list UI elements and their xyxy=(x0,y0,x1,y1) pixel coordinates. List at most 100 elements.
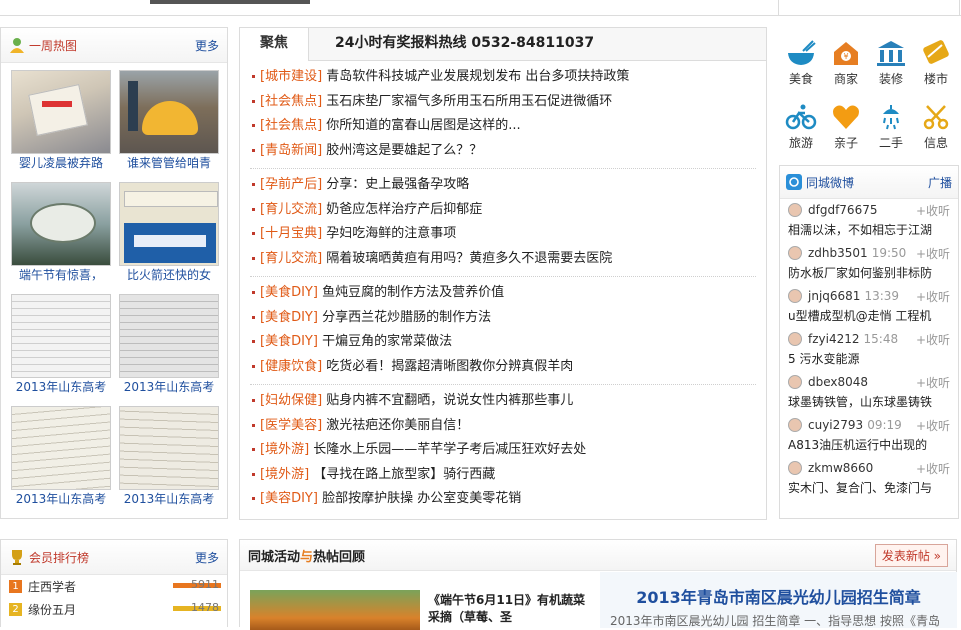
news-row[interactable]: [孕前产后] 分享：史上最强备孕攻略 xyxy=(250,173,756,198)
news-row[interactable]: [社会焦点] 玉石床垫厂家福气多所用玉石所用玉石促进微循环 xyxy=(250,90,756,115)
follow-button[interactable]: +收听 xyxy=(916,331,950,348)
weibo-text[interactable]: 5 污水变能源 xyxy=(788,350,950,368)
hot-item[interactable]: 端午节有惊喜， xyxy=(11,182,111,294)
news-category[interactable]: [城市建设] xyxy=(260,69,322,84)
news-title[interactable]: 吃货必看！揭露超清晰图教你分辨真假羊肉 xyxy=(326,359,573,374)
news-category[interactable]: [美食DIY] xyxy=(260,310,318,325)
news-category[interactable]: [青岛新闻] xyxy=(260,143,322,158)
hot-thumb-rocket[interactable] xyxy=(119,182,219,266)
news-row[interactable]: [育儿交流] 隔着玻璃晒黄疸有用吗？黄疸多久不退需要去医院 xyxy=(250,247,756,272)
weibo-text[interactable]: 球墨铸铁管，山东球墨铸铁 xyxy=(788,393,950,411)
news-title[interactable]: 胶州湾这是要雄起了么？？ xyxy=(326,143,482,158)
avatar[interactable] xyxy=(788,418,802,432)
weibo-user[interactable]: dbex8048 xyxy=(808,375,868,389)
hot-item[interactable]: 婴儿凌晨被弃路 xyxy=(11,70,111,182)
category-shop[interactable]: ¥ 商家 xyxy=(824,39,868,87)
rank-row[interactable]: 1 庄西学者 5911 xyxy=(1,575,227,598)
news-category[interactable]: [妇幼保健] xyxy=(260,393,322,408)
news-row[interactable]: [健康饮食] 吃货必看！揭露超清晰图教你分辨真假羊肉 xyxy=(250,355,756,380)
news-row[interactable]: [育儿交流] 奶爸应怎样治疗产后抑郁症 xyxy=(250,198,756,223)
follow-button[interactable]: +收听 xyxy=(916,374,950,391)
avatar[interactable] xyxy=(788,246,802,260)
avatar[interactable] xyxy=(788,289,802,303)
hot-thumb-duanwu[interactable] xyxy=(11,182,111,266)
weibo-user[interactable]: fzyi4212 xyxy=(808,332,860,346)
news-title[interactable]: 玉石床垫厂家福气多所用玉石所用玉石促进微循环 xyxy=(326,94,612,109)
news-title[interactable]: 奶爸应怎样治疗产后抑郁症 xyxy=(326,202,482,217)
weibo-user[interactable]: dfgdf76675 xyxy=(808,203,877,217)
avatar[interactable] xyxy=(788,375,802,389)
hot-item[interactable]: 谁来管管给咱青 xyxy=(119,70,219,182)
hot-item[interactable]: 2013年山东高考 xyxy=(11,294,111,406)
rank-user[interactable]: 缘份五月 xyxy=(28,601,76,618)
follow-button[interactable]: +收听 xyxy=(916,417,950,434)
hot-thumb-exam[interactable] xyxy=(11,294,111,378)
news-row[interactable]: [境外游] 长隆水上乐园——芊芊学子考后减压狂欢好去处 xyxy=(250,438,756,463)
follow-button[interactable]: +收听 xyxy=(916,288,950,305)
category-realestate[interactable]: 楼市 xyxy=(914,39,958,87)
weibo-text[interactable]: A813油压机运行中出现的 xyxy=(788,436,950,454)
news-row[interactable]: [社会焦点] 你所知道的富春山居图是这样的... xyxy=(250,114,756,139)
news-title[interactable]: 脸部按摩护肤操 办公室变美零花销 xyxy=(322,491,521,506)
news-category[interactable]: [美容DIY] xyxy=(260,491,318,506)
news-title[interactable]: 分享西兰花炒腊肠的制作方法 xyxy=(322,310,491,325)
news-category[interactable]: [育儿交流] xyxy=(260,202,322,217)
hot-thumb-exam[interactable] xyxy=(119,294,219,378)
hot-thumb-mango[interactable] xyxy=(119,70,219,154)
news-title[interactable]: 长隆水上乐园——芊芊学子考后减压狂欢好去处 xyxy=(313,442,586,457)
hot-item[interactable]: 2013年山东高考 xyxy=(11,406,111,518)
news-title[interactable]: 孕妇吃海鲜的注意事项 xyxy=(326,226,456,241)
weibo-user[interactable]: zdhb3501 xyxy=(808,246,868,260)
news-title[interactable]: 青岛软件科技城产业发展规划发布 出台多项扶持政策 xyxy=(326,69,629,84)
avatar[interactable] xyxy=(788,203,802,217)
news-title[interactable]: 分享：史上最强备孕攻略 xyxy=(326,177,469,192)
follow-button[interactable]: +收听 xyxy=(916,460,950,477)
news-title[interactable]: 隔着玻璃晒黄疸有用吗？黄疸多久不退需要去医院 xyxy=(326,251,612,266)
rank-row[interactable]: 2 缘份五月 1478 xyxy=(1,598,227,621)
news-row[interactable]: [十月宝典] 孕妇吃海鲜的注意事项 xyxy=(250,222,756,247)
news-category[interactable]: [社会焦点] xyxy=(260,94,322,109)
news-row[interactable]: [美容DIY] 脸部按摩护肤操 办公室变美零花销 xyxy=(250,487,756,512)
rank-more-link[interactable]: 更多 xyxy=(195,549,219,566)
news-title[interactable]: 【寻找在路上旅型家】骑行西藏 xyxy=(313,467,495,482)
weibo-text[interactable]: u型槽成型机@走悄 工程机 xyxy=(788,307,950,325)
news-category[interactable]: [育儿交流] xyxy=(260,251,322,266)
category-secondhand[interactable]: 二手 xyxy=(869,103,913,151)
hot-week-more-link[interactable]: 更多 xyxy=(195,37,219,54)
weibo-text[interactable]: 防水板厂家如何鉴别非标防 xyxy=(788,264,950,282)
news-row[interactable]: [青岛新闻] 胶州湾这是要雄起了么？？ xyxy=(250,139,756,164)
avatar[interactable] xyxy=(788,332,802,346)
category-decor[interactable]: 装修 xyxy=(869,39,913,87)
news-title[interactable]: 贴身内裤不宜翻晒，说说女性内裤那些事儿 xyxy=(326,393,573,408)
follow-button[interactable]: +收听 xyxy=(916,202,950,219)
hot-caption[interactable]: 谁来管管给咱青 xyxy=(119,154,219,172)
news-row[interactable]: [境外游] 【寻找在路上旅型家】骑行西藏 xyxy=(250,463,756,488)
news-category[interactable]: [境外游] xyxy=(260,442,309,457)
weibo-user[interactable]: cuyi2793 xyxy=(808,418,863,432)
category-parenting[interactable]: 亲子 xyxy=(824,103,868,151)
avatar[interactable] xyxy=(788,461,802,475)
hot-caption[interactable]: 婴儿凌晨被弃路 xyxy=(11,154,111,172)
news-row[interactable]: [医学美容] 激光祛疤还你美丽自信！ xyxy=(250,414,756,439)
hot-caption[interactable]: 比火箭还快的女 xyxy=(119,266,219,284)
weibo-text[interactable]: 实木门、复合门、免漆门与 xyxy=(788,479,950,497)
category-travel[interactable]: 旅游 xyxy=(779,103,823,151)
activity-image[interactable] xyxy=(250,590,420,630)
news-category[interactable]: [十月宝典] xyxy=(260,226,322,241)
news-row[interactable]: [城市建设] 青岛软件科技城产业发展规划发布 出台多项扶持政策 xyxy=(250,65,756,90)
hot-thumb-baby[interactable] xyxy=(11,70,111,154)
category-food[interactable]: 美食 xyxy=(779,39,823,87)
news-category[interactable]: [美食DIY] xyxy=(260,285,318,300)
hot-caption[interactable]: 端午节有惊喜， xyxy=(11,266,111,284)
news-category[interactable]: [健康饮食] xyxy=(260,359,322,374)
rank-user[interactable]: 庄西学者 xyxy=(28,578,76,595)
hot-caption[interactable]: 2013年山东高考 xyxy=(11,490,111,508)
hot-thumb-exam[interactable] xyxy=(11,406,111,490)
activity-card-title[interactable]: 《端午节6月11日》有机蔬菜采摘（草莓、圣 xyxy=(428,592,588,626)
hot-caption[interactable]: 2013年山东高考 xyxy=(11,378,111,396)
post-new-button[interactable]: 发表新帖 » xyxy=(874,543,948,567)
news-category[interactable]: [美食DIY] xyxy=(260,334,318,349)
hot-item[interactable]: 2013年山东高考 xyxy=(119,294,219,406)
news-title[interactable]: 鱼炖豆腐的制作方法及营养价值 xyxy=(322,285,504,300)
weibo-text[interactable]: 相濡以沫，不如相忘于江湖 xyxy=(788,221,950,239)
